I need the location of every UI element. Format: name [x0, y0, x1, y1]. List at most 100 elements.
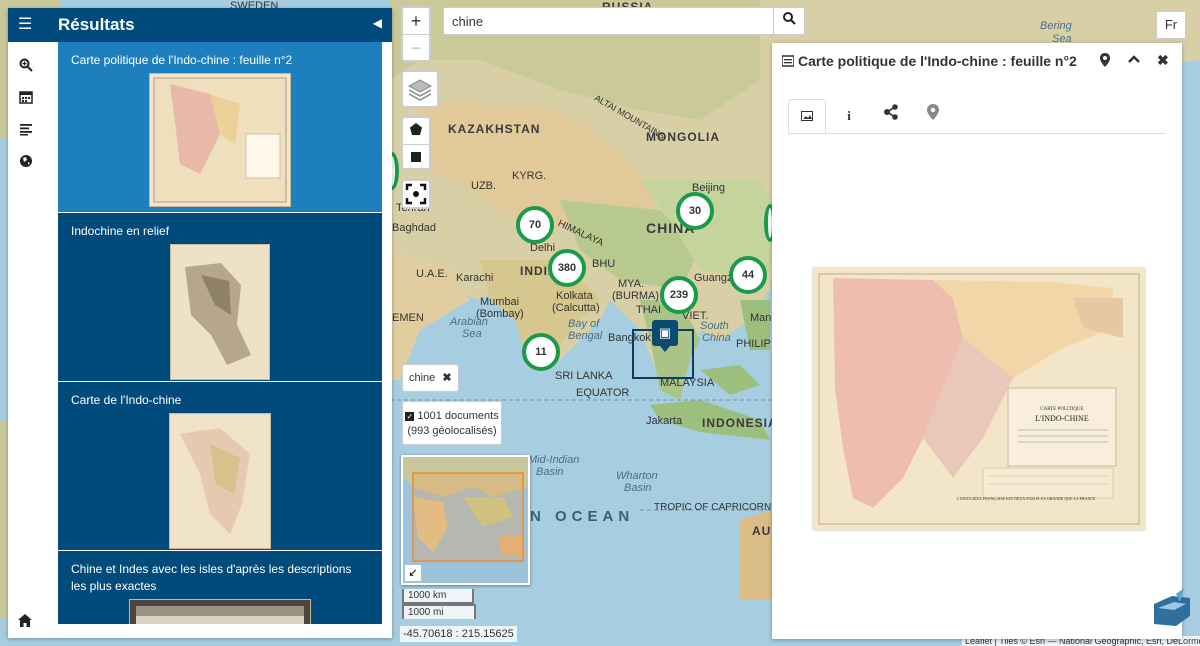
scale-mi: 1000 mi [402, 604, 476, 619]
map-label-ocean: N OCEAN [530, 508, 635, 525]
collapse-sidebar-icon[interactable]: ◀ [373, 16, 382, 30]
draw-toolbar [401, 116, 431, 170]
results-sidebar: ☰ Résultats ◀ Carte politique de l'Indo-… [8, 8, 392, 638]
map-label-bering: Bering [1040, 20, 1072, 32]
app-logo-icon [1150, 586, 1194, 630]
draw-polygon-button[interactable] [403, 118, 429, 145]
map-label-mid-indian-basin: Basin [536, 466, 564, 478]
checkbox-icon[interactable]: ✓ [405, 411, 415, 421]
chevron-up-icon[interactable] [1127, 52, 1141, 69]
collapse-minimap-icon[interactable]: ↙ [405, 565, 421, 581]
language-button[interactable]: Fr [1156, 11, 1186, 39]
result-item[interactable]: Chine et Indes avec les isles d'après le… [58, 551, 382, 624]
search-button[interactable] [773, 8, 804, 34]
search-input[interactable] [444, 8, 764, 34]
map-label-jakarta: Jakarta [646, 415, 683, 427]
detail-tabs: i [788, 99, 1166, 134]
map-label-burma: (BURMA) [612, 290, 660, 302]
document-count: ✓ 1001 documents (993 géolocalisés) [402, 401, 502, 445]
overview-minimap[interactable]: ↙ [401, 455, 530, 585]
map-label-mya: MYA. [618, 278, 645, 290]
share-icon [884, 104, 898, 120]
polygon-icon [410, 123, 422, 135]
map-label-bengal: Bengal [568, 330, 603, 342]
result-item[interactable]: Carte de l'Indo-chine [58, 382, 382, 551]
draw-rectangle-button[interactable] [403, 145, 429, 171]
map-label-kyrg: KYRG. [512, 170, 547, 182]
map-marker-icon[interactable]: ▣ [652, 320, 678, 346]
document-preview-image[interactable]: CARTE POLITIQUE L'INDO-CHINE L'INDOCHINE… [813, 268, 1145, 530]
map-cluster[interactable]: 44 [729, 256, 767, 294]
tab-share[interactable] [872, 99, 910, 133]
map-label-philippines: PHILIP [736, 338, 771, 350]
result-title[interactable]: Carte de l'Indo-chine [58, 382, 382, 409]
result-thumbnail[interactable] [170, 244, 270, 380]
result-title[interactable]: Carte politique de l'Indo-chine : feuill… [58, 42, 382, 69]
tab-image[interactable] [788, 99, 826, 133]
close-icon[interactable]: ✖ [1157, 52, 1169, 69]
preview-footer: L'INDOCHINE FRANÇAISE EST DEUX FOIS PLUS… [957, 496, 1097, 501]
scale-km: 1000 km [402, 589, 474, 604]
map-label-uae: U.A.E. [416, 268, 448, 280]
info-icon: i [847, 108, 851, 123]
zoom-out-button[interactable]: − [403, 35, 429, 61]
map-label-china-sea: China [702, 332, 731, 344]
layers-icon [407, 79, 433, 101]
map-label-bhu: BHU [592, 258, 616, 270]
result-item[interactable]: Carte politique de l'Indo-chine : feuill… [58, 42, 382, 213]
fullscreen-icon [405, 183, 427, 205]
map-label-mumbai: Mumbai [480, 296, 520, 308]
map-label-wharton: Wharton [616, 470, 658, 482]
map-label-yemen: EMEN [392, 312, 424, 324]
documents-geolocated: (993 géolocalisés) [407, 425, 497, 437]
map-label-indonesia: INDONESIA [702, 416, 778, 430]
search-zoom-icon[interactable] [17, 58, 35, 76]
result-thumbnail[interactable] [149, 73, 291, 207]
map-cluster[interactable]: 380 [548, 249, 586, 287]
search-icon [782, 12, 796, 25]
map-cluster[interactable]: 11 [522, 333, 560, 371]
map-marker-icon [927, 104, 939, 120]
list-icon[interactable] [17, 122, 35, 140]
result-title[interactable]: Indochine en relief [58, 213, 382, 240]
zoom-in-button[interactable]: + [403, 8, 429, 35]
map-marker-pointer [660, 346, 670, 352]
map-cluster[interactable]: 239 [660, 276, 698, 314]
map-label-equator: EQUATOR [576, 387, 630, 399]
map-label-karachi: Karachi [456, 272, 494, 284]
sidebar-title: Résultats [58, 15, 135, 34]
map-cluster[interactable]: 30 [676, 192, 714, 230]
zoom-control: + − [401, 6, 431, 62]
remove-filter-icon[interactable]: ✖ [442, 372, 451, 384]
map-label-baghdad: Baghdad [392, 222, 437, 234]
result-title[interactable]: Chine et Indes avec les isles d'après le… [58, 551, 382, 595]
map-label-south: South [700, 320, 729, 332]
mouse-coordinates: -45.70618 : 215.15625 [400, 626, 517, 642]
tab-info[interactable]: i [830, 99, 868, 133]
map-label-kolkata: Kolkata [556, 290, 593, 302]
results-list[interactable]: Carte politique de l'Indo-chine : feuill… [58, 42, 382, 624]
menu-icon[interactable]: ☰ [18, 16, 36, 34]
locate-marker-icon[interactable] [1100, 53, 1110, 70]
preview-title-line-2: L'INDO-CHINE [1035, 414, 1089, 423]
sidebar-header: ☰ Résultats ◀ [8, 8, 392, 42]
map-label-arabian-sea: Sea [462, 328, 482, 340]
result-item[interactable]: Indochine en relief [58, 213, 382, 382]
map-label-kazakhstan: KAZAKHSTAN [448, 122, 541, 136]
layers-button[interactable] [401, 70, 439, 108]
calendar-icon[interactable] [17, 90, 35, 108]
result-thumbnail[interactable] [169, 413, 271, 549]
map-label-thai: THAI [636, 304, 662, 316]
fullscreen-button[interactable] [401, 179, 431, 209]
document-detail-panel: Carte politique de l'Indo-chine : feuill… [772, 43, 1182, 639]
filter-chip[interactable]: chine ✖ [402, 364, 459, 392]
globe-icon[interactable] [17, 154, 35, 172]
home-icon[interactable] [18, 614, 32, 630]
map-label-australia: AU [752, 524, 772, 538]
tab-location[interactable] [914, 99, 952, 133]
map-cluster[interactable]: 70 [516, 206, 554, 244]
square-icon [411, 152, 421, 162]
filter-label: chine [409, 372, 436, 384]
image-icon [801, 111, 813, 121]
result-thumbnail[interactable] [129, 599, 311, 624]
